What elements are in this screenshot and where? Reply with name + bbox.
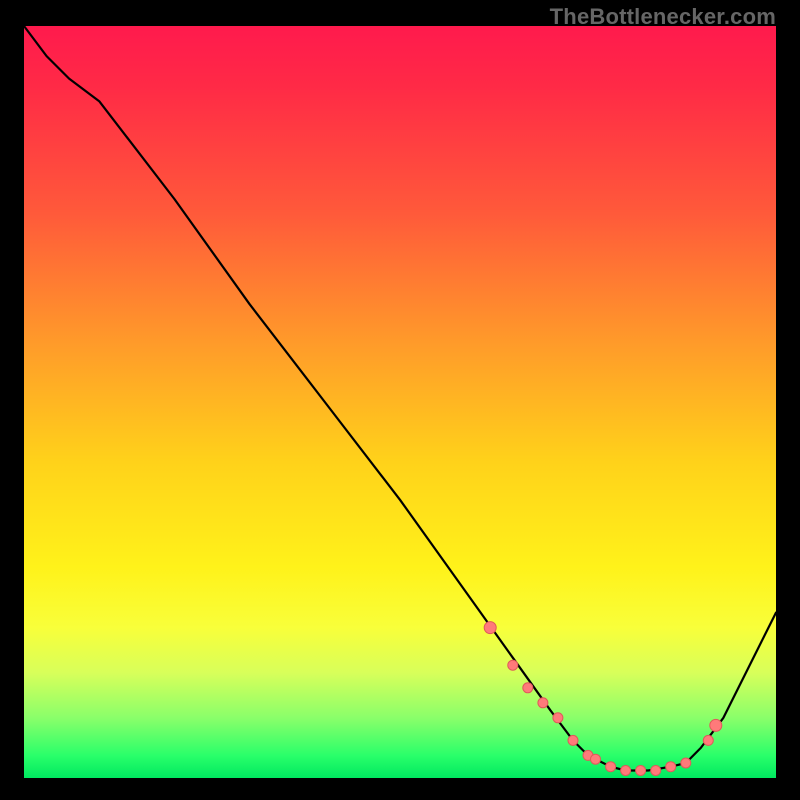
curve-layer: [24, 26, 776, 778]
highlight-dot: [681, 758, 691, 768]
highlight-dot: [553, 713, 563, 723]
highlight-dot: [606, 762, 616, 772]
highlight-dot: [621, 766, 631, 776]
highlight-dot: [651, 766, 661, 776]
highlight-dot: [523, 683, 533, 693]
bottleneck-curve: [24, 26, 776, 771]
highlight-dot: [666, 762, 676, 772]
highlight-dot: [591, 754, 601, 764]
highlight-dot: [484, 622, 496, 634]
highlight-dot: [538, 698, 548, 708]
highlight-dot: [568, 735, 578, 745]
highlight-dot: [710, 719, 722, 731]
attribution-label: TheBottlenecker.com: [550, 4, 776, 30]
heat-gradient-plot-area: [24, 26, 776, 778]
highlight-dots: [484, 622, 722, 776]
chart-frame: TheBottlenecker.com: [0, 0, 800, 800]
highlight-dot: [636, 766, 646, 776]
highlight-dot: [508, 660, 518, 670]
highlight-dot: [703, 735, 713, 745]
